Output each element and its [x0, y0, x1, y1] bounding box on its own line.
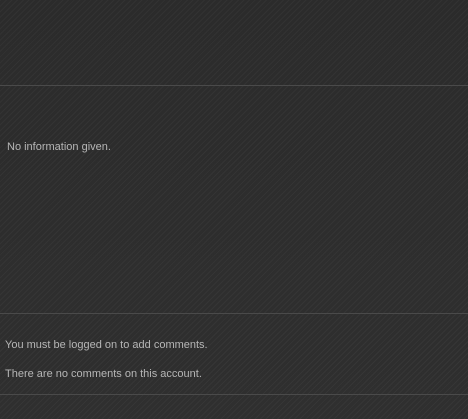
section-divider: [0, 313, 468, 314]
no-comments-notice: There are no comments on this account.: [5, 368, 202, 380]
bottom-divider: [0, 394, 468, 395]
top-divider: [0, 85, 468, 86]
profile-info-text: No information given.: [7, 141, 111, 153]
login-required-notice: You must be logged on to add comments.: [5, 339, 208, 351]
